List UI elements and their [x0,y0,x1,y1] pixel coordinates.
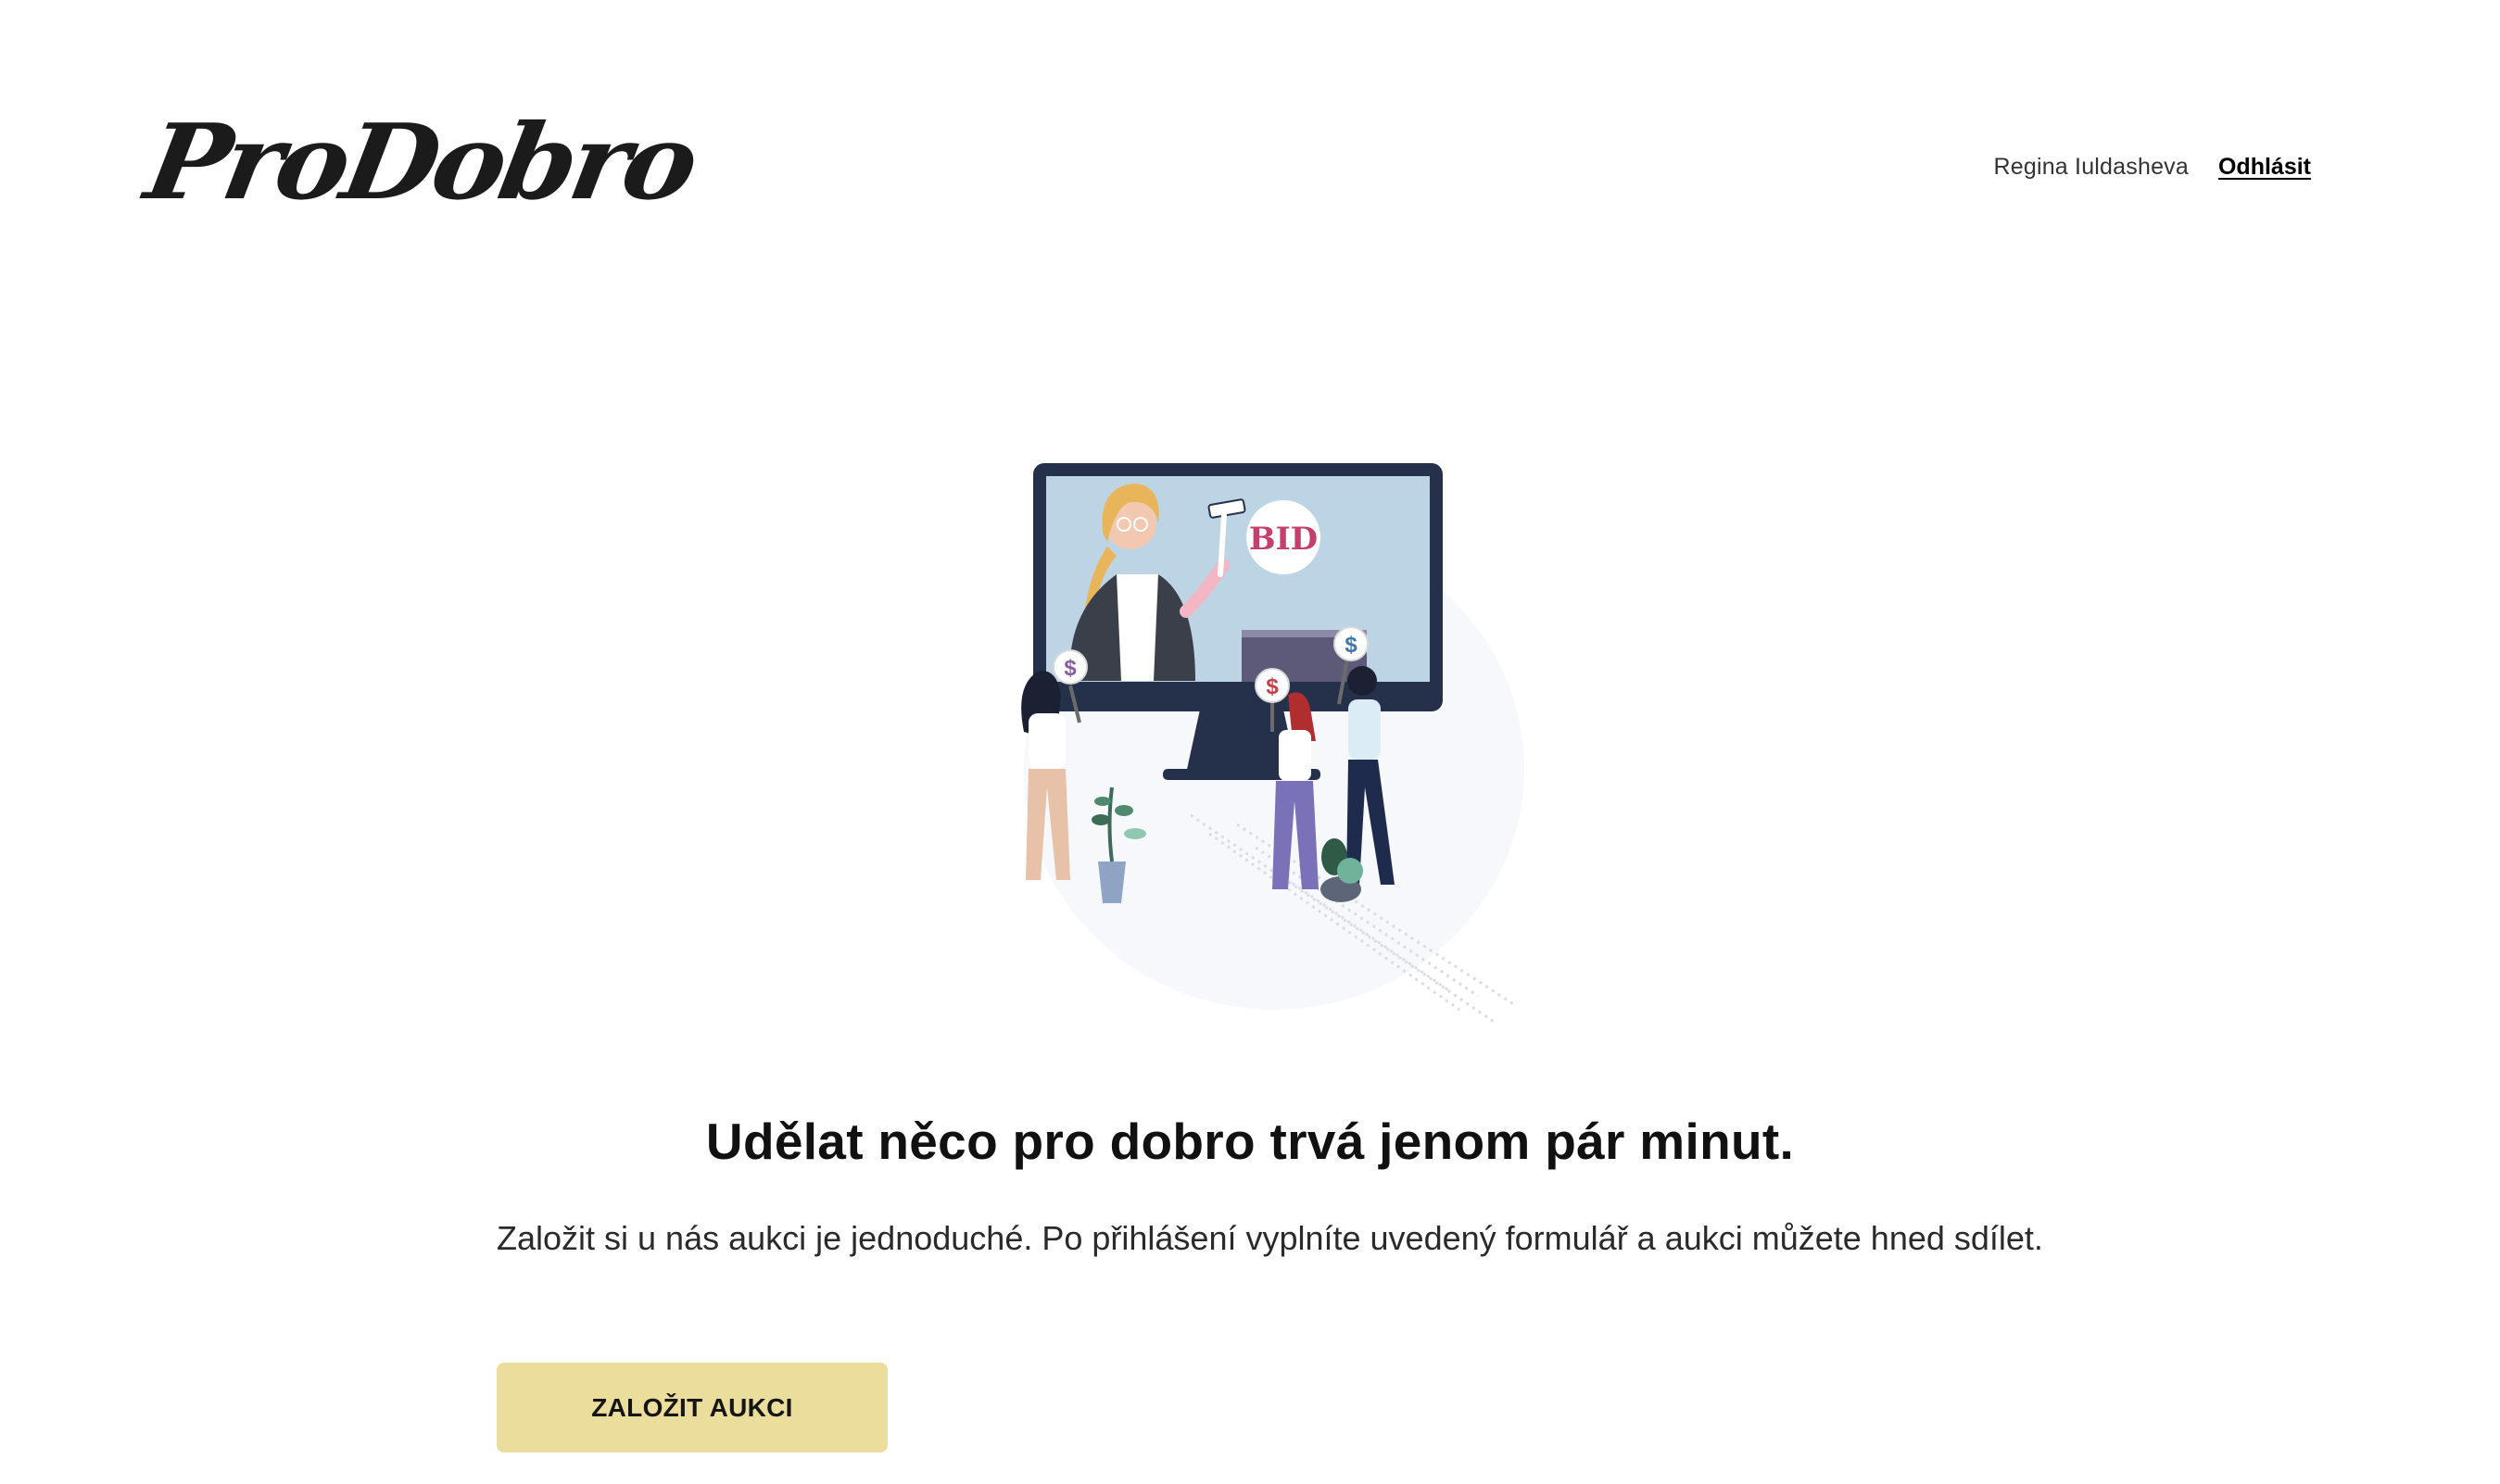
prodobro-logo[interactable]: ProDobro [137,101,701,223]
user-nav: Regina Iuldasheva Odhlásit [1993,154,2311,181]
paddle-left-symbol: $ [1064,656,1077,681]
logo-text: ProDobro [137,100,702,223]
logout-link[interactable]: Odhlásit [2218,154,2311,181]
user-name: Regina Iuldasheva [1993,154,2189,180]
paddle-right-symbol: $ [1345,633,1357,658]
auction-illustration: BID $ $ $ [978,435,1589,1038]
create-auction-button[interactable]: ZALOŽIT AUKCI [497,1363,888,1453]
description: Založit si u nás aukci je jednoduché. Po… [497,1219,2043,1257]
paddle-middle-symbol: $ [1266,674,1279,699]
bid-sign-text: BID [1249,521,1318,558]
headline: Udělat něco pro dobro trvá jenom pár min… [705,1113,1795,1170]
auction-illustration-svg: BID $ $ $ [1021,463,1524,1025]
